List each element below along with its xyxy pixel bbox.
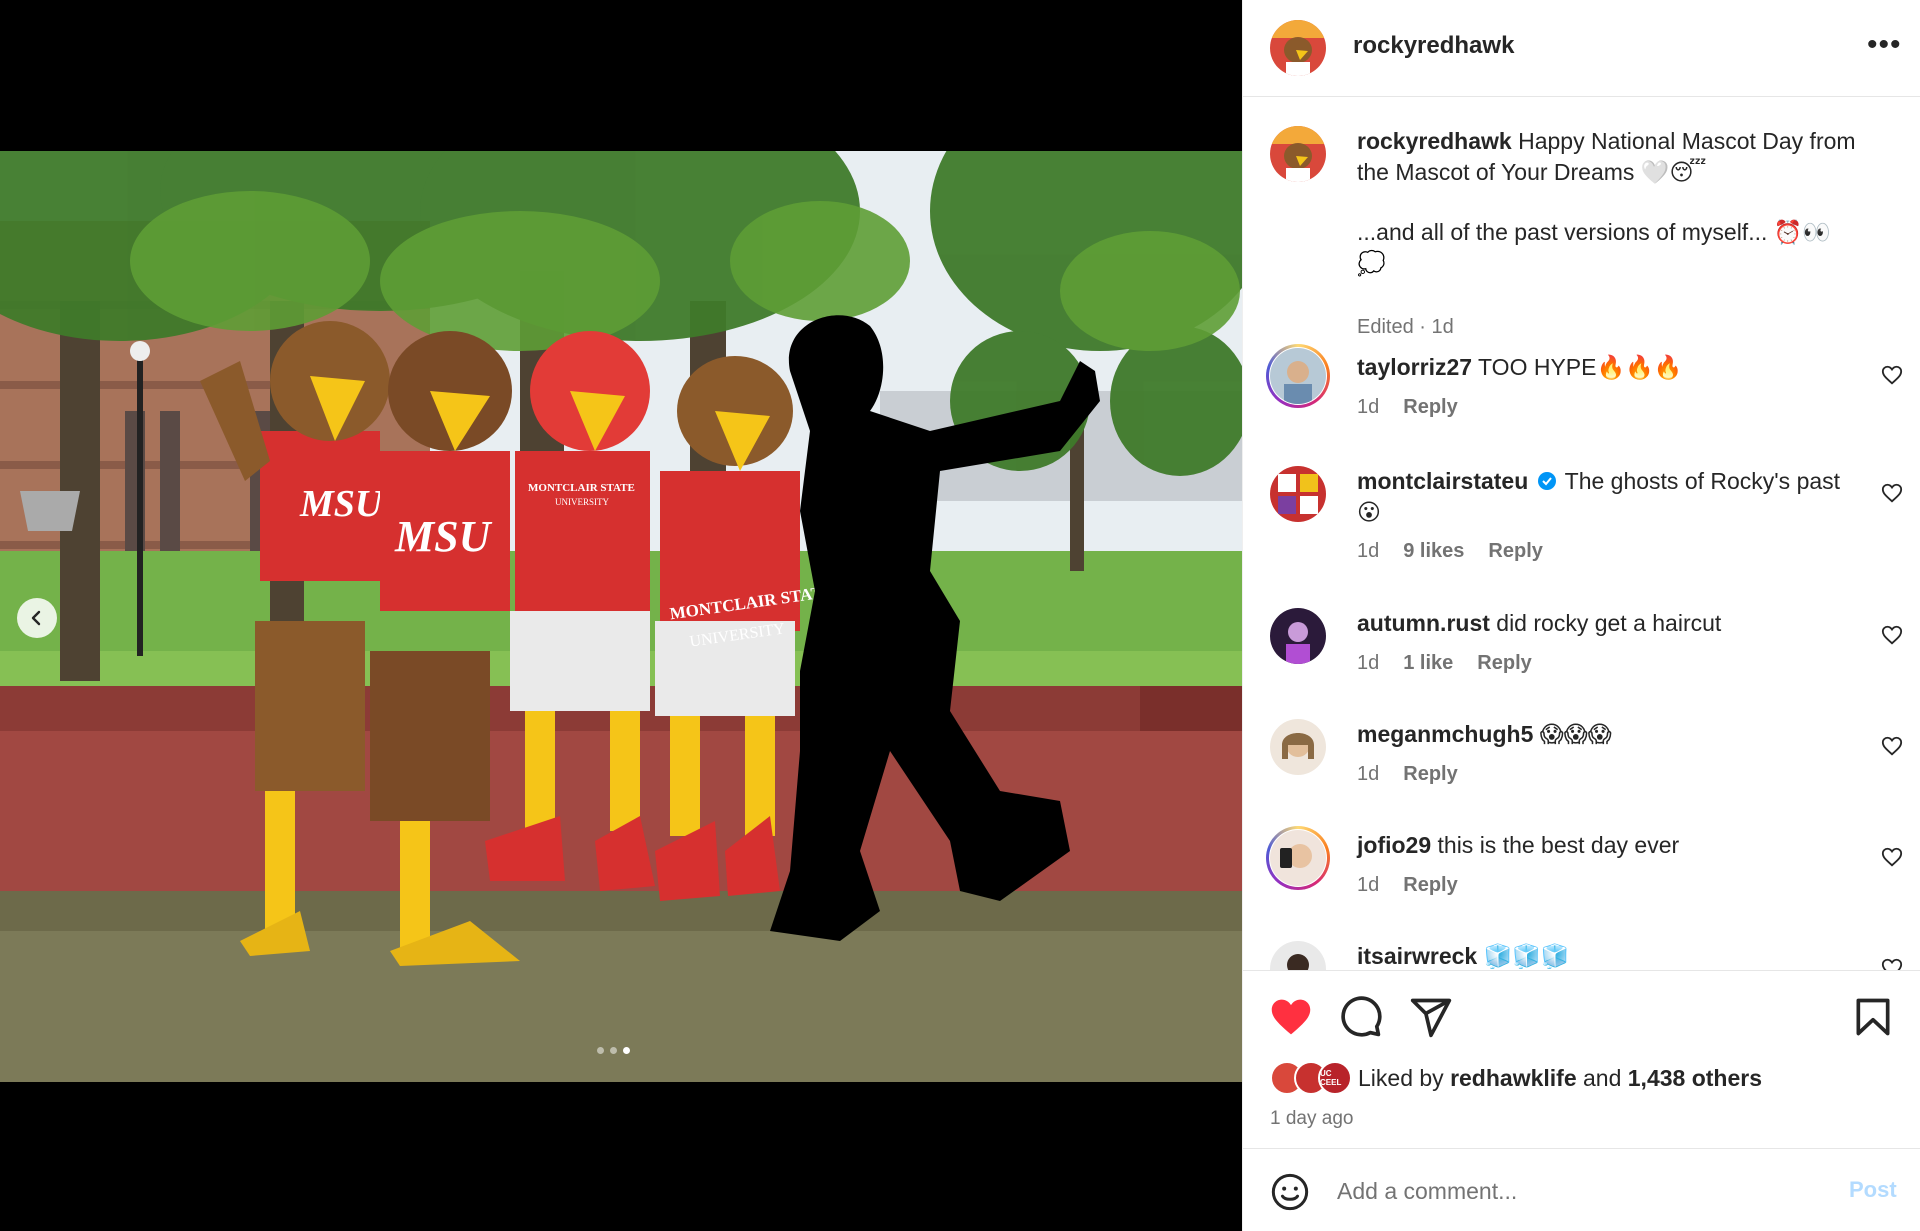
commenter-username[interactable]: jofio29 [1357, 832, 1431, 858]
liked-by-and: and [1583, 1064, 1622, 1091]
author-avatar[interactable] [1270, 20, 1326, 76]
bookmark-icon[interactable] [1851, 995, 1895, 1039]
caption-edited: Edited · 1d [1357, 316, 1454, 339]
comment-time: 1d [1357, 652, 1380, 674]
reply-button[interactable]: Reply [1477, 652, 1531, 675]
comment-text: montclairstateu The ghosts of Rocky's pa… [1357, 466, 1857, 528]
comment-like-icon[interactable] [1881, 624, 1903, 646]
comments-list[interactable]: rockyredhawk Happy National Mascot Day f… [1243, 98, 1920, 970]
heart-icon[interactable] [1269, 995, 1313, 1039]
commenter-avatar[interactable] [1270, 830, 1326, 886]
comment-meta: 1d Reply [1357, 874, 1458, 897]
comment-like-icon[interactable] [1881, 735, 1903, 757]
commenter-username[interactable]: autumn.rust [1357, 610, 1490, 636]
caption-text: rockyredhawk Happy National Mascot Day f… [1357, 126, 1857, 279]
jersey-text-3b: UNIVERSITY [555, 497, 609, 507]
likes-count[interactable]: 1,438 others [1628, 1065, 1762, 1092]
carousel-dot [597, 1047, 604, 1054]
carousel-indicators [597, 1047, 630, 1054]
commenter-username[interactable]: montclairstateu [1357, 468, 1528, 494]
more-options-icon[interactable]: ••• [1867, 30, 1902, 60]
caption-username[interactable]: rockyredhawk [1357, 128, 1512, 154]
post-side-panel: rockyredhawk ••• rockyredhawk Happy Nati… [1242, 0, 1920, 1231]
comment-like-icon[interactable] [1881, 957, 1903, 970]
comment-body: 🧊🧊🧊 [1483, 943, 1570, 969]
comment-body: TOO HYPE🔥🔥🔥 [1478, 354, 1683, 380]
comment-meta: 1d 9 likes Reply [1357, 540, 1543, 563]
comment-like-icon[interactable] [1881, 482, 1903, 504]
comment-text: autumn.rust did rocky get a haircut [1357, 608, 1857, 639]
liked-by-avatars[interactable]: UC CEEL [1270, 1061, 1354, 1095]
comment-text: jofio29 this is the best day ever [1357, 830, 1857, 861]
comment-icon[interactable] [1339, 995, 1383, 1039]
comment-item: meganmchugh5 😱😱😱 1d Reply [1243, 719, 1920, 809]
liker-avatar: UC CEEL [1318, 1061, 1352, 1095]
comment-likes[interactable]: 9 likes [1403, 540, 1464, 563]
commenter-username[interactable]: itsairwreck [1357, 943, 1477, 969]
comment-text: taylorriz27 TOO HYPE🔥🔥🔥 [1357, 352, 1857, 383]
post-button[interactable]: Post [1849, 1177, 1897, 1203]
reply-button[interactable]: Reply [1403, 396, 1457, 419]
comment-item: taylorriz27 TOO HYPE🔥🔥🔥 1d Reply [1243, 344, 1920, 448]
jersey-text-2: MSU [394, 512, 493, 561]
comment-text: itsairwreck 🧊🧊🧊 [1357, 941, 1857, 970]
comment-like-icon[interactable] [1881, 364, 1903, 386]
liked-by: UC CEEL Liked by redhawklife and 1,438 o… [1270, 1061, 1762, 1095]
commenter-avatar[interactable] [1270, 348, 1326, 404]
comment-body: did rocky get a haircut [1496, 610, 1722, 636]
comment-time: 1d [1357, 874, 1380, 896]
share-icon[interactable] [1409, 995, 1453, 1039]
comment-time: 1d [1357, 763, 1380, 785]
comment-time: 1d [1357, 396, 1380, 418]
commenter-avatar[interactable] [1270, 466, 1326, 522]
caption-line-2: ...and all of the past versions of mysel… [1357, 219, 1832, 276]
comment-text: meganmchugh5 😱😱😱 [1357, 719, 1857, 750]
verified-icon [1537, 472, 1556, 490]
comment-item: jofio29 this is the best day ever 1d Rep… [1243, 826, 1920, 920]
reply-button[interactable]: Reply [1488, 540, 1542, 563]
caption-avatar[interactable] [1270, 126, 1326, 182]
comment-item: autumn.rust did rocky get a haircut 1d 1… [1243, 608, 1920, 698]
author-username[interactable]: rockyredhawk [1353, 32, 1514, 60]
commenter-username[interactable]: meganmchugh5 [1357, 721, 1533, 747]
edited-label: Edited · 1d [1357, 316, 1454, 338]
comment-body: this is the best day ever [1437, 832, 1680, 858]
comment-composer: Post [1243, 1148, 1920, 1231]
commenter-avatar[interactable] [1270, 941, 1326, 970]
comment-meta: 1d Reply [1357, 396, 1458, 419]
comment-like-icon[interactable] [1881, 846, 1903, 868]
caption: rockyredhawk Happy National Mascot Day f… [1243, 126, 1920, 338]
comment-item: montclairstateu The ghosts of Rocky's pa… [1243, 466, 1920, 576]
commenter-avatar[interactable] [1270, 719, 1326, 775]
jersey-text-3a: MONTCLAIR STATE [528, 482, 635, 494]
comment-meta: 1d Reply [1357, 763, 1458, 786]
jersey-text-1: MSU [299, 483, 385, 525]
comment-body: 😱😱😱 [1539, 721, 1612, 747]
emoji-icon[interactable] [1270, 1172, 1310, 1212]
liked-by-prefix: Liked by [1358, 1064, 1444, 1091]
liked-by-user[interactable]: redhawklife [1450, 1065, 1577, 1092]
post-header: rockyredhawk ••• [1243, 0, 1920, 97]
reply-button[interactable]: Reply [1403, 874, 1457, 897]
carousel-dot-active [623, 1047, 630, 1054]
chevron-left-icon [31, 610, 41, 626]
media-pane: MSU MSU MONTCLAIR STATE UNIVERSITY MONTC… [0, 0, 1242, 1231]
comment-input[interactable] [1337, 1167, 1817, 1215]
post-actions: UC CEEL Liked by redhawklife and 1,438 o… [1243, 970, 1920, 1148]
commenter-avatar[interactable] [1270, 608, 1326, 664]
commenter-username[interactable]: taylorriz27 [1357, 354, 1472, 380]
post-time[interactable]: 1 day ago [1270, 1108, 1353, 1130]
carousel-dot [610, 1047, 617, 1054]
previous-photo-button[interactable] [17, 598, 57, 638]
comment-item: itsairwreck 🧊🧊🧊 [1243, 941, 1920, 970]
post-photo[interactable]: MSU MSU MONTCLAIR STATE UNIVERSITY MONTC… [0, 151, 1242, 1082]
reply-button[interactable]: Reply [1403, 763, 1457, 786]
comment-likes[interactable]: 1 like [1403, 652, 1453, 675]
comment-time: 1d [1357, 540, 1380, 562]
comment-meta: 1d 1 like Reply [1357, 652, 1532, 675]
